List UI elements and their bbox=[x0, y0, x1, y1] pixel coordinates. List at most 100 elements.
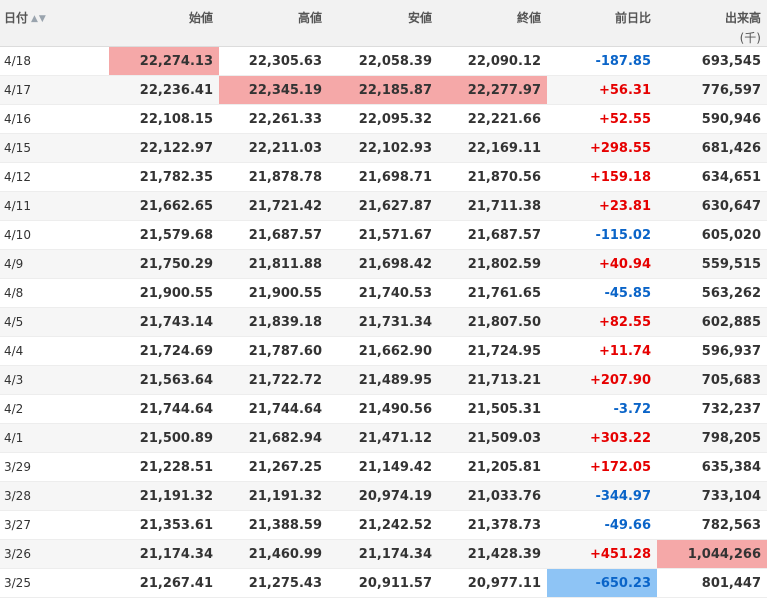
volume-cell: 705,683 bbox=[657, 365, 767, 395]
table-row: 4/3 21,563.64 21,722.72 21,489.95 21,713.21 +… bbox=[0, 365, 767, 395]
sort-arrows-icon[interactable]: ▲▼ bbox=[31, 14, 47, 24]
volume-cell: 732,237 bbox=[657, 394, 767, 424]
volume-cell: 630,647 bbox=[657, 191, 767, 221]
open-cell: 22,122.97 bbox=[109, 133, 219, 163]
column-header-change: 前日比 bbox=[547, 0, 657, 47]
column-header-high: 高値 bbox=[219, 0, 328, 47]
low-cell: 21,490.56 bbox=[328, 394, 438, 424]
low-cell: 21,571.67 bbox=[328, 220, 438, 250]
open-cell: 21,579.68 bbox=[109, 220, 219, 250]
close-cell: 21,505.31 bbox=[438, 394, 547, 424]
volume-cell: 602,885 bbox=[657, 307, 767, 337]
change-cell: +159.18 bbox=[547, 162, 657, 192]
change-cell: -45.85 bbox=[547, 278, 657, 308]
column-header-date-label: 日付 bbox=[4, 11, 29, 25]
date-cell: 4/17 bbox=[0, 75, 109, 105]
low-cell: 22,058.39 bbox=[328, 46, 438, 76]
table-row: 3/28 21,191.32 21,191.32 20,974.19 21,033.76… bbox=[0, 481, 767, 511]
volume-cell: 1,044,266 bbox=[657, 539, 767, 569]
price-history-table: 日付 ▲▼ 始値 高値 安値 終値 前日比 出来高 (千) 4/18 22,274.1… bbox=[0, 0, 767, 598]
volume-unit-label: (千) bbox=[739, 31, 761, 45]
open-cell: 21,743.14 bbox=[109, 307, 219, 337]
column-header-open: 始値 bbox=[109, 0, 219, 47]
table-row: 4/18 22,274.13 22,305.63 22,058.39 22,090.12… bbox=[0, 46, 767, 76]
high-cell: 21,191.32 bbox=[219, 481, 328, 511]
open-cell: 22,236.41 bbox=[109, 75, 219, 105]
low-cell: 21,471.12 bbox=[328, 423, 438, 453]
close-cell: 22,221.66 bbox=[438, 104, 547, 134]
close-cell: 21,807.50 bbox=[438, 307, 547, 337]
high-cell: 21,900.55 bbox=[219, 278, 328, 308]
date-cell: 4/15 bbox=[0, 133, 109, 163]
open-cell: 22,108.15 bbox=[109, 104, 219, 134]
change-cell: -115.02 bbox=[547, 220, 657, 250]
low-cell: 21,627.87 bbox=[328, 191, 438, 221]
low-cell: 20,974.19 bbox=[328, 481, 438, 511]
close-cell: 21,428.39 bbox=[438, 539, 547, 569]
low-cell: 21,662.90 bbox=[328, 336, 438, 366]
high-cell: 21,811.88 bbox=[219, 249, 328, 279]
date-cell: 3/29 bbox=[0, 452, 109, 482]
column-header-low: 安値 bbox=[328, 0, 438, 47]
volume-cell: 590,946 bbox=[657, 104, 767, 134]
volume-cell: 605,020 bbox=[657, 220, 767, 250]
high-cell: 21,275.43 bbox=[219, 568, 328, 598]
high-cell: 22,211.03 bbox=[219, 133, 328, 163]
volume-cell: 634,651 bbox=[657, 162, 767, 192]
table-row: 4/16 22,108.15 22,261.33 22,095.32 22,221.66… bbox=[0, 104, 767, 134]
close-cell: 21,711.38 bbox=[438, 191, 547, 221]
close-cell: 21,802.59 bbox=[438, 249, 547, 279]
open-cell: 22,274.13 bbox=[109, 46, 219, 76]
low-cell: 21,731.34 bbox=[328, 307, 438, 337]
change-cell: +52.55 bbox=[547, 104, 657, 134]
close-cell: 22,169.11 bbox=[438, 133, 547, 163]
low-cell: 21,489.95 bbox=[328, 365, 438, 395]
date-cell: 4/2 bbox=[0, 394, 109, 424]
open-cell: 21,500.89 bbox=[109, 423, 219, 453]
date-cell: 4/4 bbox=[0, 336, 109, 366]
high-cell: 21,722.72 bbox=[219, 365, 328, 395]
low-cell: 22,185.87 bbox=[328, 75, 438, 105]
table-row: 4/12 21,782.35 21,878.78 21,698.71 21,870.56… bbox=[0, 162, 767, 192]
high-cell: 21,787.60 bbox=[219, 336, 328, 366]
date-cell: 4/8 bbox=[0, 278, 109, 308]
change-cell: -187.85 bbox=[547, 46, 657, 76]
change-cell: +298.55 bbox=[547, 133, 657, 163]
column-header-close: 終値 bbox=[438, 0, 547, 47]
table-header: 日付 ▲▼ 始値 高値 安値 終値 前日比 出来高 (千) bbox=[0, 0, 767, 47]
table-row: 3/29 21,228.51 21,267.25 21,149.42 21,205.81… bbox=[0, 452, 767, 482]
column-header-date[interactable]: 日付 ▲▼ bbox=[0, 0, 109, 47]
date-cell: 4/16 bbox=[0, 104, 109, 134]
date-cell: 4/9 bbox=[0, 249, 109, 279]
table-row: 4/2 21,744.64 21,744.64 21,490.56 21,505.31-… bbox=[0, 394, 767, 424]
change-cell: +23.81 bbox=[547, 191, 657, 221]
high-cell: 21,267.25 bbox=[219, 452, 328, 482]
low-cell: 20,911.57 bbox=[328, 568, 438, 598]
volume-cell: 559,515 bbox=[657, 249, 767, 279]
date-cell: 4/3 bbox=[0, 365, 109, 395]
table-row: 4/9 21,750.29 21,811.88 21,698.42 21,802.59 +… bbox=[0, 249, 767, 279]
change-cell: -3.72 bbox=[547, 394, 657, 424]
high-cell: 22,345.19 bbox=[219, 75, 328, 105]
high-cell: 22,261.33 bbox=[219, 104, 328, 134]
date-cell: 4/1 bbox=[0, 423, 109, 453]
close-cell: 21,378.73 bbox=[438, 510, 547, 540]
date-cell: 3/26 bbox=[0, 539, 109, 569]
volume-cell: 733,104 bbox=[657, 481, 767, 511]
close-cell: 21,509.03 bbox=[438, 423, 547, 453]
open-cell: 21,724.69 bbox=[109, 336, 219, 366]
table-row: 4/11 21,662.65 21,721.42 21,627.87 21,711.38… bbox=[0, 191, 767, 221]
close-cell: 21,033.76 bbox=[438, 481, 547, 511]
low-cell: 22,095.32 bbox=[328, 104, 438, 134]
close-cell: 21,205.81 bbox=[438, 452, 547, 482]
open-cell: 21,267.41 bbox=[109, 568, 219, 598]
table-row: 4/1 21,500.89 21,682.94 21,471.12 21,509.03 +… bbox=[0, 423, 767, 453]
close-cell: 20,977.11 bbox=[438, 568, 547, 598]
low-cell: 22,102.93 bbox=[328, 133, 438, 163]
low-cell: 21,698.71 bbox=[328, 162, 438, 192]
high-cell: 21,839.18 bbox=[219, 307, 328, 337]
high-cell: 22,305.63 bbox=[219, 46, 328, 76]
low-cell: 21,740.53 bbox=[328, 278, 438, 308]
open-cell: 21,353.61 bbox=[109, 510, 219, 540]
date-cell: 4/11 bbox=[0, 191, 109, 221]
